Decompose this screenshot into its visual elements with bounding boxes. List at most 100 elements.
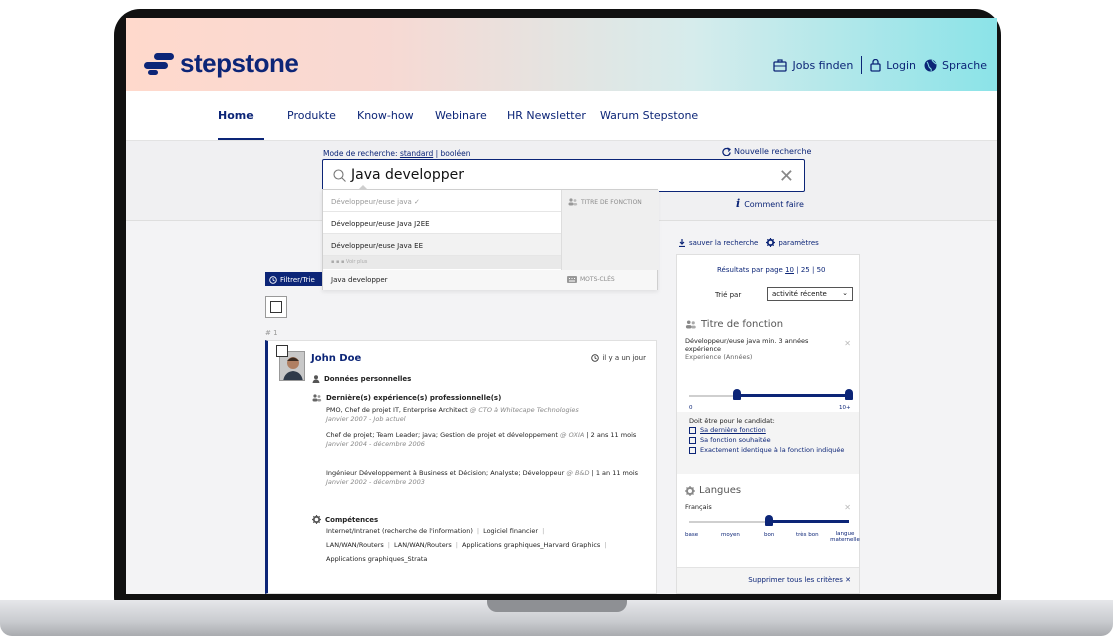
- experience-duration: | 2 ans 11 mois: [586, 431, 637, 439]
- nav-webinare[interactable]: Webinare: [435, 109, 487, 122]
- option-label: Sa dernière fonction: [700, 426, 766, 434]
- category-keywords-label: MOTS-CLÉS: [580, 276, 615, 283]
- personal-data-section[interactable]: Données personnelles: [312, 375, 411, 383]
- experience-slider-min-handle[interactable]: [733, 389, 741, 400]
- results-per-page: Résultats par page 10 | 25 | 50: [717, 266, 826, 274]
- skill-item: LAN/WAN/Routers: [393, 541, 452, 549]
- nav-produkte[interactable]: Produkte: [287, 109, 336, 122]
- keyword-row[interactable]: Java developper MOTS-CLÉS: [323, 270, 657, 290]
- option-label: Exactement identique à la fonction indiq…: [700, 446, 845, 454]
- job-title-experience: expérience: [685, 345, 722, 353]
- globe-icon: [924, 59, 937, 71]
- per-page-option[interactable]: 25: [801, 266, 810, 274]
- save-search-label: sauver la recherche: [689, 238, 759, 247]
- new-search-link[interactable]: Nouvelle recherche: [722, 147, 811, 156]
- experience-employer: @ B&D: [566, 469, 590, 477]
- skill-item: Internet/Intranet (recherche de l'inform…: [326, 527, 473, 535]
- clear-all-criteria[interactable]: Supprimer tous les critères ✕: [677, 567, 859, 593]
- nav-home[interactable]: Home: [218, 109, 254, 122]
- candidate-checkbox[interactable]: [276, 345, 288, 357]
- last-active-label: il y a un jour: [602, 354, 646, 362]
- checkbox[interactable]: [689, 447, 696, 454]
- skill-item: Applications graphiques_Strata: [326, 555, 428, 563]
- clock-icon: [269, 276, 277, 284]
- settings-label: paramètres: [778, 238, 819, 247]
- checkbox[interactable]: [689, 437, 696, 444]
- filter-sort-button[interactable]: Filtrer/Trie: [265, 272, 325, 286]
- search-mode: Mode de recherche: standard | booléen: [323, 149, 471, 158]
- experience-axis-label: Experience (Années): [685, 353, 753, 361]
- mode-boolean-link[interactable]: booléen: [441, 149, 471, 158]
- jobs-finden-label: Jobs finden: [792, 58, 854, 72]
- jobs-finden-link[interactable]: Jobs finden: [773, 59, 853, 72]
- experience-date: Janvier 2004 - décembre 2006: [326, 440, 425, 448]
- search-mode-label: Mode de recherche:: [323, 149, 398, 158]
- suggestion-item[interactable]: Développeur/euse Java J2EE: [323, 212, 561, 234]
- remove-language-icon[interactable]: ✕: [844, 503, 851, 512]
- gear-icon: [685, 485, 695, 496]
- people-icon: [312, 394, 322, 402]
- candidate-card[interactable]: John Doe il y a un jour Données personne…: [265, 340, 657, 594]
- stepstone-logo[interactable]: stepstone: [144, 48, 299, 79]
- language-slider-fill: [769, 520, 849, 523]
- job-title-criterion: Développeur/euse java min. 3 années expé…: [685, 337, 845, 361]
- skill-item: Logiciel financier: [483, 527, 539, 535]
- help-link[interactable]: i Comment faire: [736, 197, 804, 210]
- candidate-name[interactable]: John Doe: [311, 353, 361, 364]
- filter-sort-label: Filtrer/Trie: [280, 276, 315, 284]
- brand-name: stepstone: [180, 48, 299, 78]
- option-exact-function[interactable]: Exactement identique à la fonction indiq…: [689, 446, 849, 454]
- suggestion-typed[interactable]: Développeur/euse java ✓: [323, 190, 561, 212]
- language-value: Français: [685, 503, 712, 511]
- skills-title: Compétences: [325, 515, 379, 524]
- search-input[interactable]: Java developper ✕: [322, 159, 805, 192]
- language-label: Sprache: [941, 58, 987, 72]
- login-label: Login: [886, 58, 916, 72]
- checkbox[interactable]: [689, 427, 696, 434]
- language-slider-handle[interactable]: [765, 515, 773, 526]
- login-link[interactable]: Login: [870, 58, 916, 72]
- settings-link[interactable]: paramètres: [766, 238, 819, 247]
- gear-icon: [766, 238, 776, 247]
- remove-criterion-icon[interactable]: ✕: [844, 339, 851, 348]
- nav-hr-newsletter[interactable]: HR Newsletter: [507, 109, 586, 122]
- nav-warum-stepstone[interactable]: Warum Stepstone: [600, 109, 698, 122]
- nav-know-how[interactable]: Know-how: [357, 109, 414, 122]
- show-more-link[interactable]: ▪ ▪ ▪ Voir plus: [323, 256, 561, 269]
- languages-section-label: Langues: [699, 485, 742, 496]
- per-page-option[interactable]: 10: [785, 266, 794, 274]
- skills-section: Compétences: [312, 515, 378, 524]
- option-desired-function[interactable]: Sa fonction souhaitée: [689, 436, 771, 444]
- filter-panel: Résultats par page 10 | 25 | 50 Trié par…: [676, 254, 860, 594]
- mode-standard-link[interactable]: standard: [400, 149, 433, 158]
- language-level-label: bon: [764, 532, 775, 538]
- clear-icon[interactable]: ✕: [779, 166, 794, 187]
- per-page-option[interactable]: 50: [817, 266, 826, 274]
- search-icon: [333, 169, 346, 182]
- result-index: # 1: [265, 329, 278, 337]
- skill-item: Applications graphiques_Harvard Graphics: [461, 541, 601, 549]
- experience-min-label: 0: [689, 405, 693, 411]
- language-link[interactable]: Sprache: [924, 59, 987, 72]
- experience-role: PMO, Chef de projet IT, Enterprise Archi…: [326, 406, 468, 414]
- header-links: Jobs finden Login Sprache: [773, 56, 987, 74]
- experience-employer: @ CTO à Whitecape Technologies: [469, 406, 579, 414]
- experience-slider-max-handle[interactable]: [845, 389, 853, 400]
- sort-select[interactable]: activité récente ⌄: [767, 287, 853, 301]
- experience-max-label: 10+: [839, 405, 851, 411]
- job-title-min: min. 3 années: [762, 337, 809, 345]
- experience-title: Dernière(s) expérience(s) professionnell…: [326, 394, 502, 402]
- category-job-title-label: TITRE DE FONCTION: [581, 198, 642, 206]
- candidate-options: Doit être pour le candidat: Sa dernière …: [677, 412, 859, 474]
- sort-label: Trié par: [715, 291, 742, 299]
- lock-icon: [870, 58, 881, 72]
- app-screen: stepstone Jobs finden Login Sprache Home…: [126, 18, 997, 594]
- suggestion-item[interactable]: Développeur/euse Java EE: [323, 234, 561, 256]
- save-search-row: sauver la recherche paramètres: [678, 238, 819, 247]
- select-all-checkbox[interactable]: [265, 296, 287, 318]
- experience-date: Janvier 2007 - Job actuel: [326, 415, 406, 423]
- option-last-function[interactable]: Sa dernière fonction: [689, 426, 766, 434]
- save-search-link[interactable]: sauver la recherche: [678, 238, 759, 247]
- header-divider: [861, 56, 863, 74]
- language-level-label: langue maternelle: [830, 531, 860, 543]
